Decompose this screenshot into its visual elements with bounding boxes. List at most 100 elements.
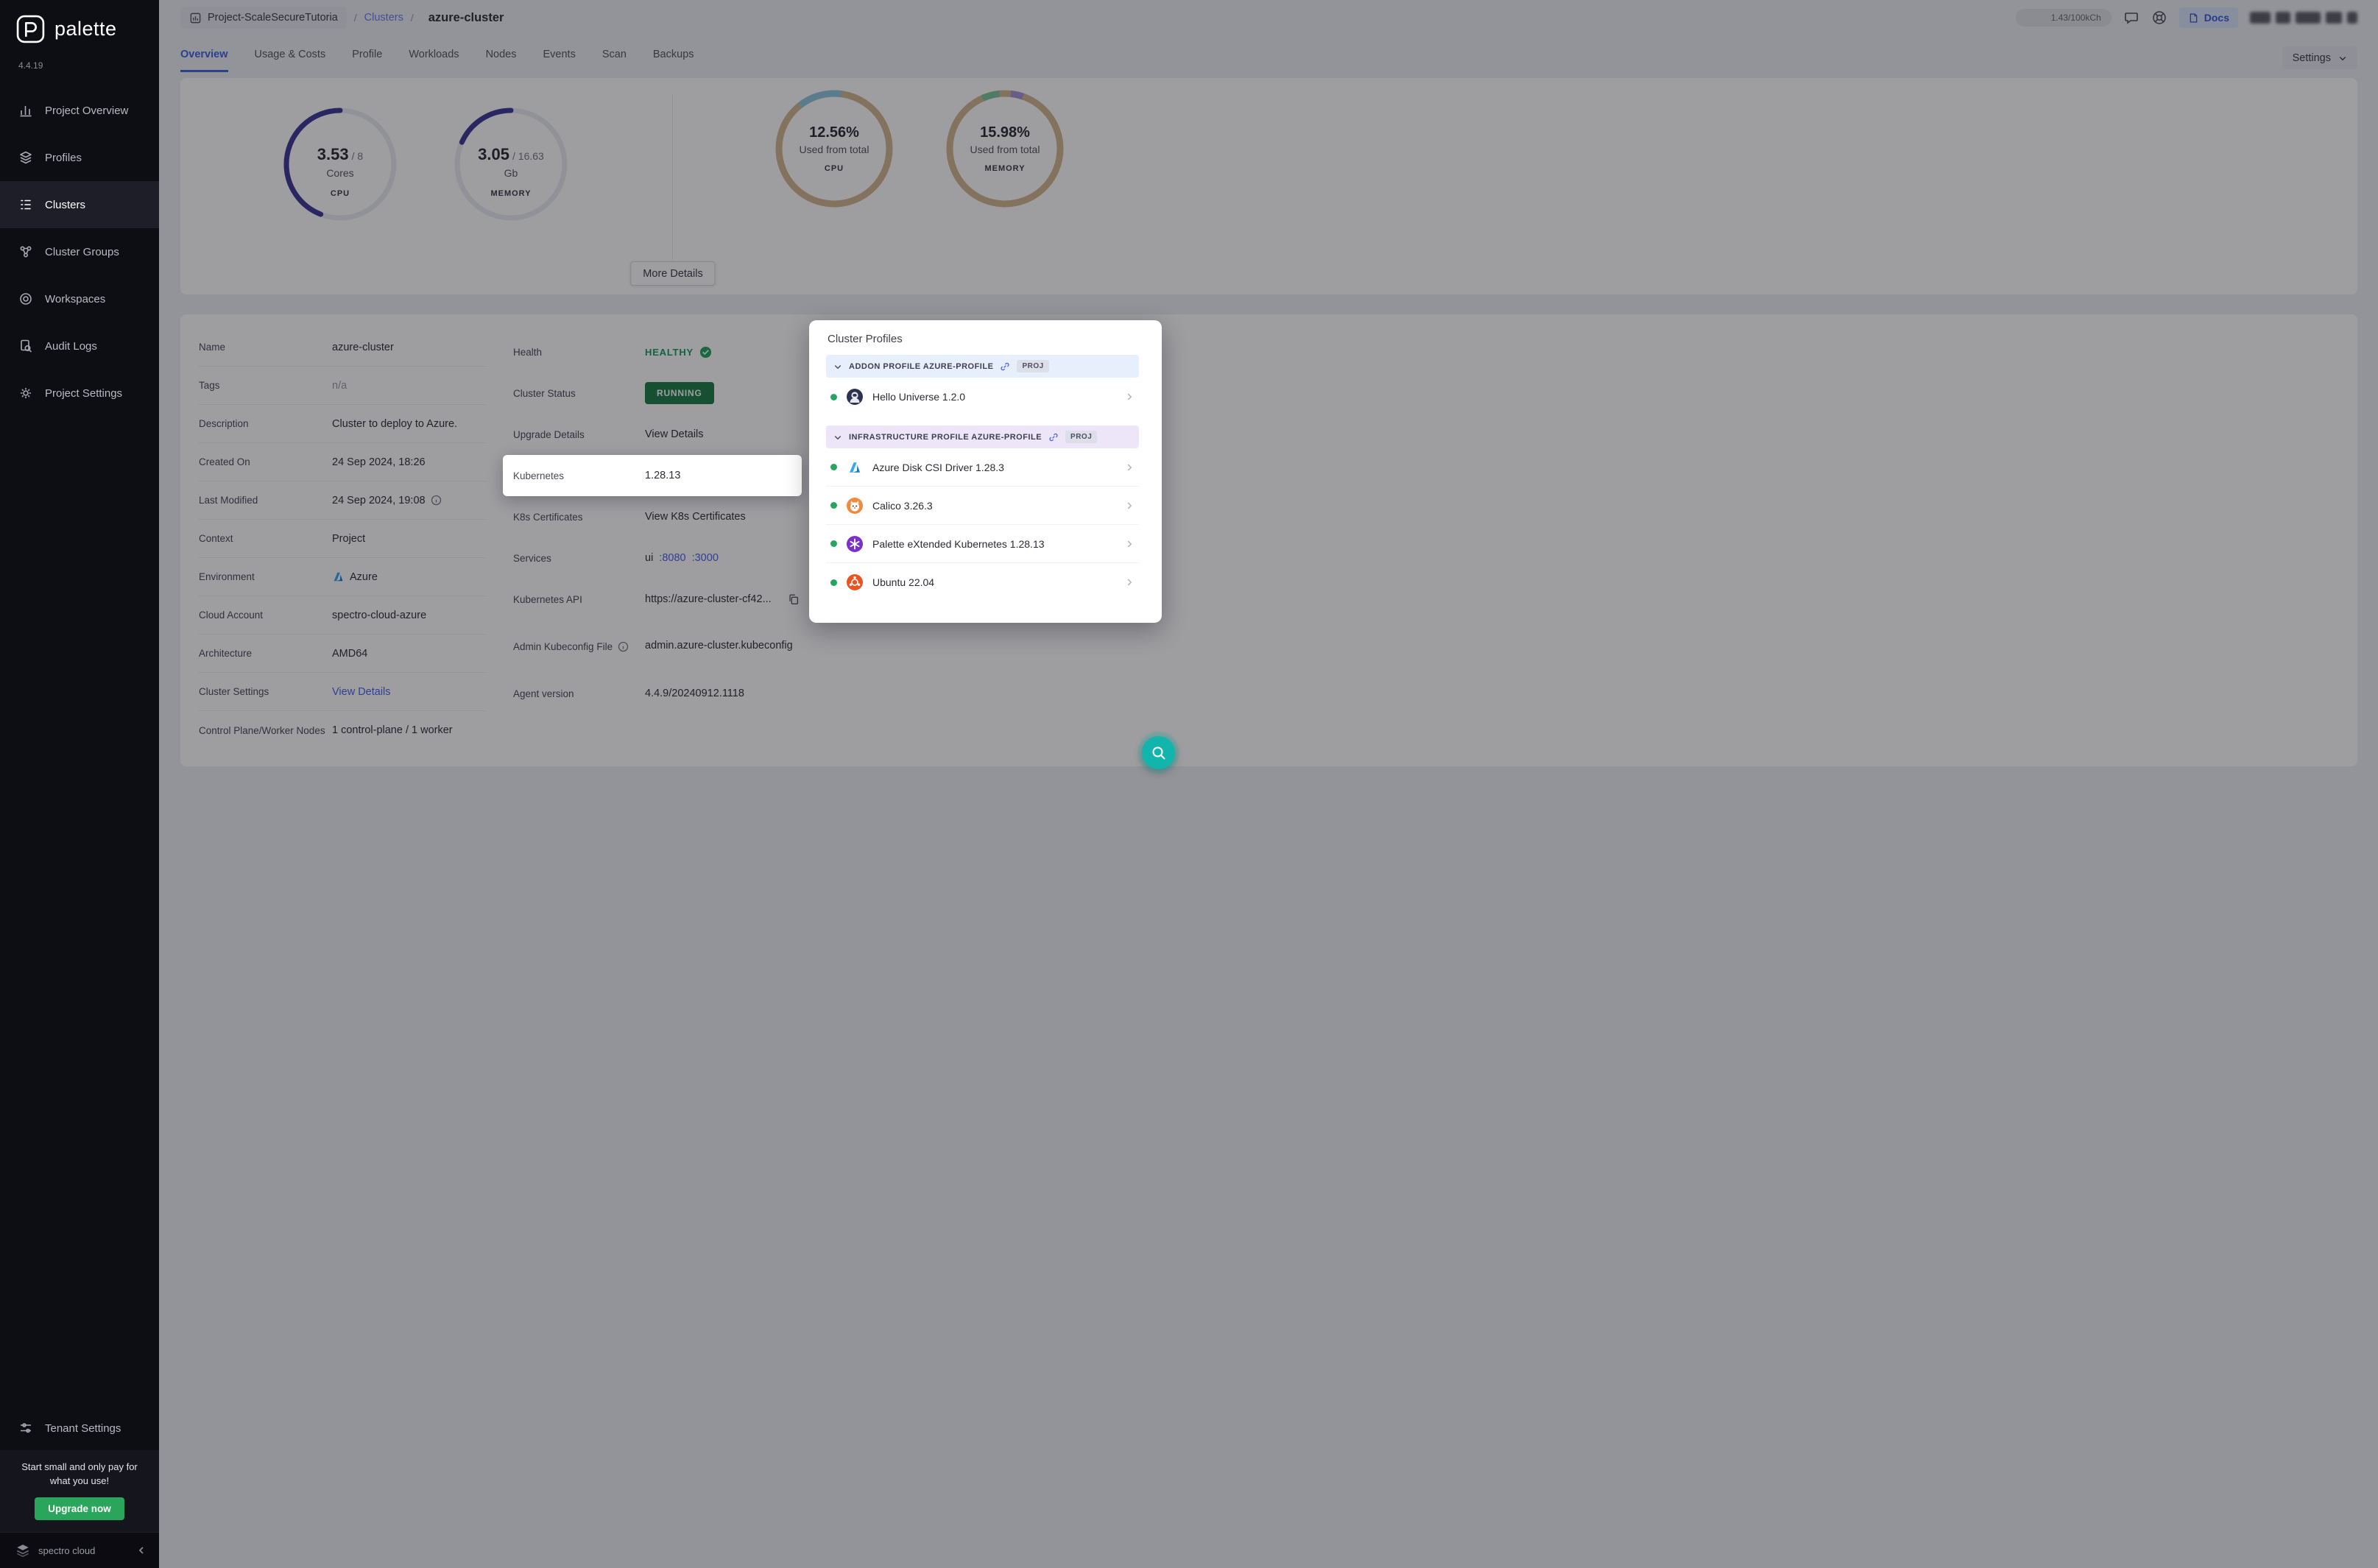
chat-button[interactable]: [2123, 10, 2139, 26]
addon-profile-section-header[interactable]: ADDON PROFILE AZURE-PROFILE PROJ: [826, 355, 1139, 378]
sidebar-item-label: Workspaces: [45, 292, 106, 306]
tab-workloads[interactable]: Workloads: [409, 49, 459, 72]
pack-name: Calico 3.26.3: [872, 499, 933, 512]
agent-version-value: 4.4.9/20240912.1118: [645, 688, 744, 699]
detail-value: AMD64: [332, 647, 368, 660]
tab-nodes[interactable]: Nodes: [486, 49, 517, 72]
sidebar-item-project-settings[interactable]: Project Settings: [0, 370, 159, 417]
upgrade-view-details-link[interactable]: View Details: [645, 428, 800, 440]
version-label: 4.4.19: [18, 60, 43, 71]
kubernetes-version-row: Kubernetes 1.28.13: [503, 455, 802, 496]
floating-search-button[interactable]: [1142, 736, 1175, 769]
help-button[interactable]: [2151, 10, 2167, 26]
breadcrumb-project-pill[interactable]: Project-ScaleSecureTutoria: [180, 7, 347, 29]
profile-pack-azure-csi[interactable]: Azure Disk CSI Driver 1.28.3: [826, 448, 1139, 487]
docs-icon: [2190, 13, 2198, 23]
detail-label: Upgrade Details: [513, 428, 585, 440]
cpu-used-percent: 12.56%: [809, 124, 859, 141]
detail-value: n/a: [332, 379, 347, 392]
upgrade-now-button[interactable]: Upgrade now: [35, 1497, 124, 1520]
footer-brand-text: spectro cloud: [38, 1544, 96, 1556]
docs-label: Docs: [2204, 12, 2229, 24]
service-port-3000-link[interactable]: :3000: [692, 552, 719, 564]
palette-logo-icon: [16, 15, 45, 43]
sidebar-item-tenant-settings[interactable]: Tenant Settings: [0, 1406, 159, 1450]
sidebar-item-clusters[interactable]: Clusters: [0, 181, 159, 228]
details-right-column: Health HEALTHY Cluster Status RUNNING Up…: [503, 331, 806, 714]
settings-button[interactable]: Settings: [2282, 46, 2357, 69]
tab-events[interactable]: Events: [543, 49, 575, 72]
tab-profile[interactable]: Profile: [352, 49, 382, 72]
redacted-icon[interactable]: [2296, 12, 2321, 24]
status-dot: [830, 502, 837, 509]
breadcrumb-clusters-link[interactable]: Clusters: [364, 12, 403, 24]
usage-credits-pill[interactable]: 1.43/100kCh: [2015, 9, 2111, 27]
scope-badge: PROJ: [1017, 360, 1049, 372]
sidebar-nav: Project Overview Profiles Clusters Clust…: [0, 87, 159, 417]
usage-stats-card: 3.53 / 8 Cores CPU 3.05 / 16.63 Gb MEMOR…: [180, 78, 2357, 294]
infrastructure-profile-section-header[interactable]: INFRASTRUCTURE PROFILE AZURE-PROFILE PRO…: [826, 425, 1139, 448]
cpu-gauge-text: 3.53 / 8 Cores CPU: [280, 111, 401, 232]
tab-usage-costs[interactable]: Usage & Costs: [255, 49, 326, 72]
pack-name: Azure Disk CSI Driver 1.28.3: [872, 461, 1004, 473]
detail-value: azure-cluster: [332, 341, 394, 353]
detail-label: Cluster Settings: [199, 686, 269, 697]
detail-row-upgrade-details: Upgrade Details View Details: [503, 414, 806, 455]
service-name: ui: [645, 552, 654, 564]
service-port-8080-link[interactable]: :8080: [659, 552, 685, 564]
target-icon: [20, 293, 32, 305]
copy-api-url-button[interactable]: [787, 593, 800, 606]
tab-backups[interactable]: Backups: [653, 49, 694, 72]
view-k8s-certificates-link[interactable]: View K8s Certificates: [645, 511, 800, 523]
addon-profile-items: Hello Universe 1.2.0: [826, 378, 1139, 416]
detail-row-name: Name azure-cluster: [199, 328, 486, 367]
sidebar-item-audit-logs[interactable]: Audit Logs: [0, 322, 159, 370]
chart-pill-icon: [190, 13, 201, 23]
memory-gauge: 3.05 / 16.63 Gb MEMORY: [451, 104, 571, 225]
sidebar-bottom: Tenant Settings Start small and only pay…: [0, 1406, 159, 1568]
kubeconfig-download-link[interactable]: admin.azure-cluster.kubeconfig: [645, 638, 800, 654]
sidebar-item-workspaces[interactable]: Workspaces: [0, 275, 159, 322]
profile-pack-calico[interactable]: Calico 3.26.3: [826, 487, 1139, 525]
detail-row-agent-version: Agent version 4.4.9/20240912.1118: [503, 673, 806, 714]
detail-label: Kubernetes API: [513, 593, 582, 605]
redacted-icon[interactable]: [2347, 12, 2357, 24]
redacted-icon[interactable]: [2326, 12, 2342, 24]
info-icon[interactable]: [618, 641, 629, 652]
detail-label: Kubernetes: [513, 470, 565, 481]
sidebar-item-label: Cluster Groups: [45, 245, 119, 258]
breadcrumb-separator: /: [353, 12, 357, 24]
detail-label: Tags: [199, 380, 220, 391]
profile-pack-pxk[interactable]: Palette eXtended Kubernetes 1.28.13: [826, 525, 1139, 563]
detail-value: 24 Sep 2024, 19:08: [332, 494, 426, 506]
memory-donut-text: 15.98% Used from total MEMORY: [945, 88, 1065, 209]
redacted-icon[interactable]: [2250, 12, 2271, 24]
sidebar-item-cluster-groups[interactable]: Cluster Groups: [0, 228, 159, 275]
profile-pack-ubuntu[interactable]: Ubuntu 22.04: [826, 563, 1139, 601]
tab-overview[interactable]: Overview: [180, 49, 228, 72]
cpu-donut-label: CPU: [824, 164, 844, 173]
cluster-settings-view-details-link[interactable]: View Details: [332, 686, 391, 698]
more-details-button[interactable]: More Details: [630, 261, 716, 286]
health-status-text: HEALTHY: [645, 346, 694, 358]
lifebuoy-icon: [2153, 11, 2166, 24]
link-icon: [1049, 433, 1058, 441]
sidebar-item-profiles[interactable]: Profiles: [0, 134, 159, 181]
memory-used-value: 3.05: [478, 145, 509, 163]
detail-label: Control Plane/Worker Nodes: [199, 724, 325, 736]
cluster-profiles-title: Cluster Profiles: [828, 333, 903, 345]
collapse-sidebar-icon[interactable]: [135, 1544, 147, 1556]
chevron-right-icon: [1127, 502, 1132, 509]
doc-search-icon: [21, 339, 32, 353]
memory-gauge-label: MEMORY: [490, 189, 532, 198]
memory-donut-caption: Used from total: [970, 144, 1040, 155]
redacted-icon[interactable]: [2276, 12, 2290, 24]
detail-value: Project: [332, 532, 366, 545]
redacted-toolbar-icons[interactable]: [2250, 12, 2357, 24]
tab-scan[interactable]: Scan: [602, 49, 627, 72]
sidebar-item-project-overview[interactable]: Project Overview: [0, 87, 159, 134]
docs-button[interactable]: Docs: [2178, 7, 2238, 28]
profile-pack-hello-universe[interactable]: Hello Universe 1.2.0: [826, 378, 1139, 416]
detail-row-tags: Tags n/a: [199, 367, 486, 405]
info-icon[interactable]: [431, 495, 442, 506]
